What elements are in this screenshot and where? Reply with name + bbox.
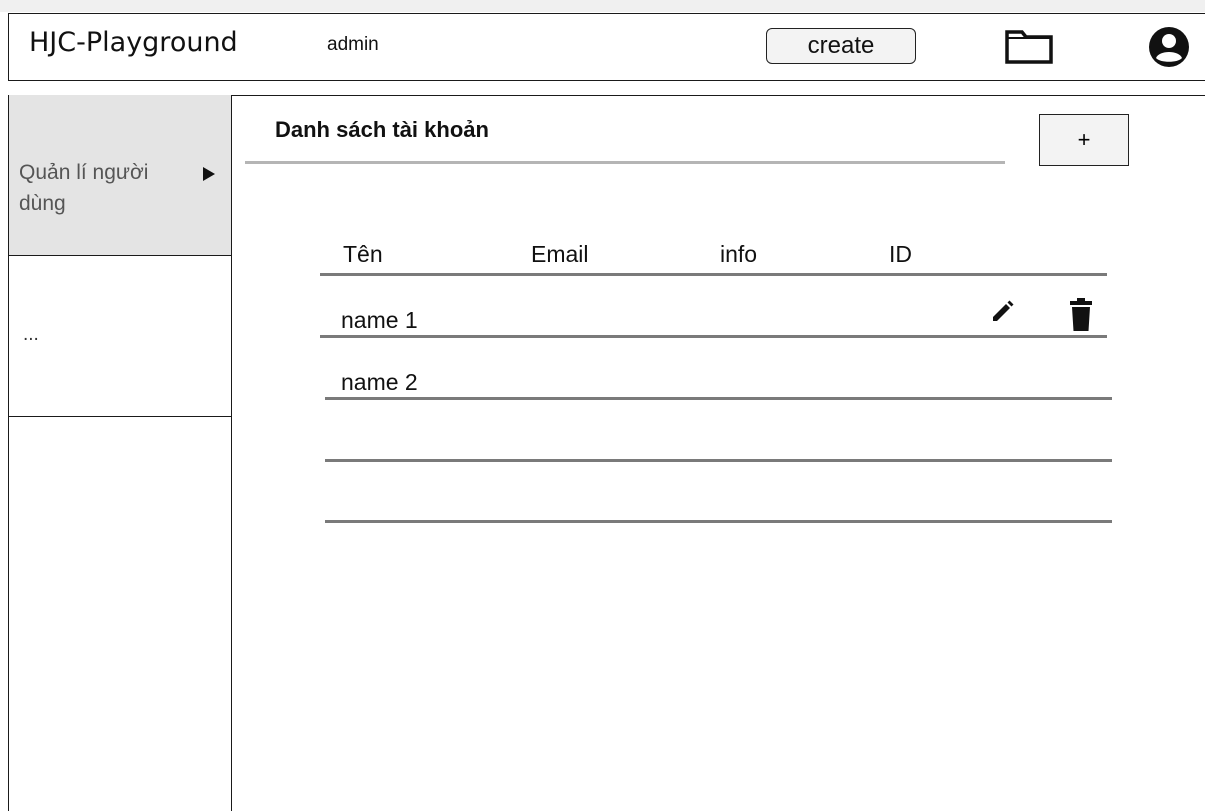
- app-title: HJC-Playground: [29, 27, 238, 58]
- sidebar: Quản lí người dùng ...: [8, 95, 232, 811]
- table-row-divider: [325, 397, 1112, 400]
- title-underline: [245, 161, 1005, 164]
- create-button[interactable]: create: [766, 28, 916, 64]
- current-user-label: admin: [327, 34, 379, 55]
- sidebar-item-label: ...: [23, 324, 39, 345]
- add-account-button[interactable]: +: [1039, 114, 1129, 166]
- account-circle-icon[interactable]: [1147, 25, 1191, 69]
- window-top-strip: [0, 0, 1205, 12]
- chevron-right-icon: [203, 167, 215, 181]
- table-row-name[interactable]: name 2: [341, 369, 418, 396]
- page-title: Danh sách tài khoản: [275, 117, 489, 142]
- column-header-info[interactable]: info: [720, 241, 757, 268]
- table-row-divider: [325, 459, 1112, 462]
- delete-icon[interactable]: [1068, 297, 1094, 333]
- sidebar-item-more[interactable]: ...: [9, 256, 231, 417]
- column-header-name[interactable]: Tên: [343, 241, 383, 268]
- column-header-email[interactable]: Email: [531, 241, 589, 268]
- table-row-divider: [325, 520, 1112, 523]
- column-header-id[interactable]: ID: [889, 241, 912, 268]
- sidebar-item-label: Quản lí người dùng: [19, 161, 149, 215]
- app-header: HJC-Playground admin create: [8, 13, 1205, 81]
- header-divider: [320, 273, 1107, 276]
- table-row-name[interactable]: name 1: [341, 307, 418, 334]
- table-row-divider: [320, 335, 1107, 338]
- sidebar-item-user-management[interactable]: Quản lí người dùng: [9, 95, 231, 256]
- edit-icon[interactable]: [990, 298, 1016, 324]
- folder-icon[interactable]: [1004, 29, 1054, 65]
